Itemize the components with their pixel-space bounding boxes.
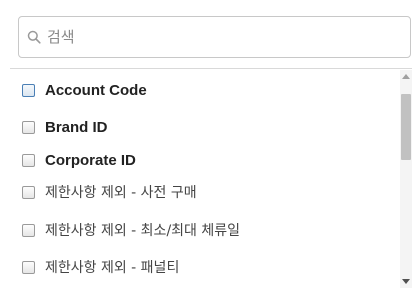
option-label: 제한사항 제외 - 사전 구매 xyxy=(45,185,197,201)
scroll-down-arrow-icon[interactable] xyxy=(402,279,410,284)
option-label: 제한사항 제외 - 패널티 xyxy=(45,260,180,276)
option-label: 제한사항 제외 - 최소/최대 체류일 xyxy=(45,223,241,239)
filter-dropdown-panel: Account Code Brand ID Corporate ID 제한사항 … xyxy=(0,0,412,303)
option-account-code[interactable]: Account Code xyxy=(22,78,147,102)
scroll-up-arrow-icon[interactable] xyxy=(402,74,410,79)
checkbox[interactable] xyxy=(22,120,35,134)
checkbox[interactable] xyxy=(22,185,35,199)
checkbox[interactable] xyxy=(22,83,35,97)
option-corporate-id[interactable]: Corporate ID xyxy=(22,148,136,172)
checkbox[interactable] xyxy=(22,223,35,237)
checkbox[interactable] xyxy=(22,260,35,274)
divider xyxy=(10,68,412,69)
option-label: Corporate ID xyxy=(45,151,136,169)
option-exclude-min-max-stay[interactable]: 제한사항 제외 - 최소/최대 체류일 xyxy=(22,218,240,242)
option-list: Account Code Brand ID Corporate ID 제한사항 … xyxy=(0,70,395,290)
option-brand-id[interactable]: Brand ID xyxy=(22,115,108,139)
checkbox[interactable] xyxy=(22,153,35,167)
search-input[interactable] xyxy=(47,17,387,57)
option-exclude-penalty[interactable]: 제한사항 제외 - 패널티 xyxy=(22,255,179,279)
option-exclude-advance-purchase[interactable]: 제한사항 제외 - 사전 구매 xyxy=(22,180,197,204)
option-label: Brand ID xyxy=(45,118,108,136)
option-label: Account Code xyxy=(45,81,147,99)
vertical-scrollbar[interactable] xyxy=(400,70,412,288)
scrollbar-thumb[interactable] xyxy=(401,94,411,160)
search-box[interactable] xyxy=(18,16,411,58)
search-icon xyxy=(27,30,41,44)
